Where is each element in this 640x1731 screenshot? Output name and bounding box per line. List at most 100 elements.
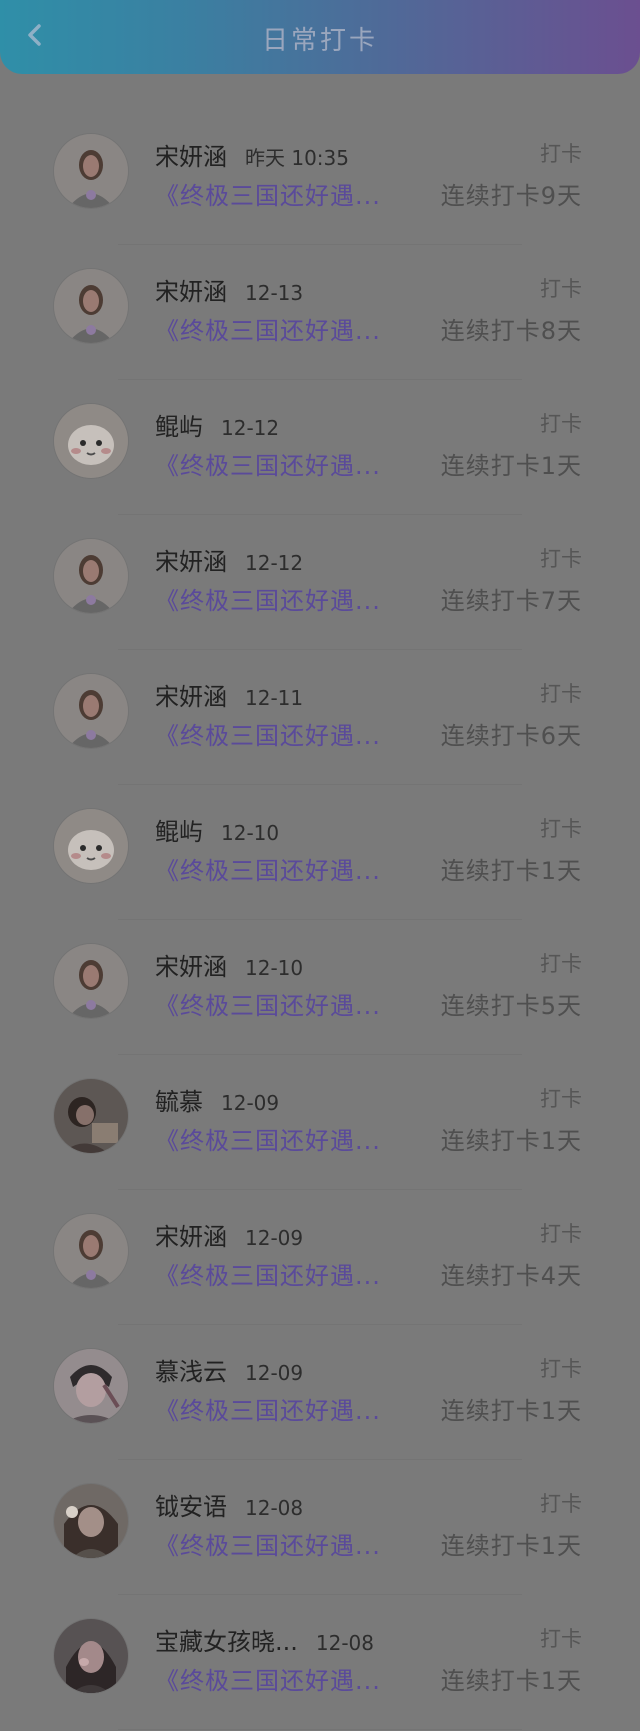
- streak-text: 连续打卡8天: [440, 317, 582, 345]
- course-title[interactable]: 《终极三国还好遇...: [155, 446, 381, 481]
- list-item[interactable]: 宋妍涵 昨天 10:35 打卡 《终极三国还好遇... 连续打卡9天: [0, 110, 640, 245]
- streak-text: 连续打卡1天: [440, 1667, 582, 1695]
- user-name[interactable]: 毓慕: [155, 1088, 203, 1116]
- avatar[interactable]: [54, 944, 128, 1018]
- course-title[interactable]: 《终极三国还好遇...: [155, 176, 381, 211]
- user-name[interactable]: 鲲屿: [155, 413, 203, 441]
- course-title[interactable]: 《终极三国还好遇...: [155, 311, 381, 346]
- divider: [118, 1729, 522, 1730]
- list-item[interactable]: 钺安语 12-08 打卡 《终极三国还好遇... 连续打卡1天: [0, 1460, 640, 1595]
- checkin-action: 打卡: [540, 547, 582, 571]
- user-name[interactable]: 鲲屿: [155, 818, 203, 846]
- avatar[interactable]: [54, 1214, 128, 1288]
- course-title[interactable]: 《终极三国还好遇...: [155, 851, 381, 886]
- name-line: 钺安语 12-08: [155, 1487, 303, 1522]
- checkin-action: 打卡: [540, 1492, 582, 1516]
- list-item[interactable]: 鲲屿 12-12 打卡 《终极三国还好遇... 连续打卡1天: [0, 380, 640, 515]
- streak-text: 连续打卡5天: [440, 992, 582, 1020]
- list-item[interactable]: 鲲屿 12-10 打卡 《终极三国还好遇... 连续打卡1天: [0, 785, 640, 920]
- name-line: 宋妍涵 昨天 10:35: [155, 137, 349, 172]
- name-line: 毓慕 12-09: [155, 1082, 279, 1117]
- course-title[interactable]: 《终极三国还好遇...: [155, 581, 381, 616]
- avatar[interactable]: [54, 539, 128, 613]
- avatar[interactable]: [54, 1079, 128, 1153]
- course-title[interactable]: 《终极三国还好遇...: [155, 716, 381, 751]
- user-name[interactable]: 宋妍涵: [155, 278, 227, 306]
- streak-text: 连续打卡1天: [440, 452, 582, 480]
- user-name[interactable]: 钺安语: [155, 1493, 227, 1521]
- checkin-time: 12-08: [245, 1496, 304, 1520]
- avatar[interactable]: [54, 1619, 128, 1693]
- list-item[interactable]: 宋妍涵 12-11 打卡 《终极三国还好遇... 连续打卡6天: [0, 650, 640, 785]
- checkin-time: 12-12: [221, 416, 280, 440]
- name-line: 鲲屿 12-12: [155, 407, 279, 442]
- checkin-time: 12-11: [245, 686, 304, 710]
- checkin-action: 打卡: [540, 952, 582, 976]
- name-line: 宝藏女孩晓... 12-08: [155, 1622, 374, 1657]
- checkin-action: 打卡: [540, 142, 582, 166]
- course-title[interactable]: 《终极三国还好遇...: [155, 1391, 381, 1426]
- checkin-time: 12-09: [221, 1091, 280, 1115]
- name-line: 宋妍涵 12-12: [155, 542, 303, 577]
- course-title[interactable]: 《终极三国还好遇...: [155, 986, 381, 1021]
- checkin-list: 宋妍涵 昨天 10:35 打卡 《终极三国还好遇... 连续打卡9天 宋妍涵 12-…: [0, 110, 640, 1730]
- course-title[interactable]: 《终极三国还好遇...: [155, 1661, 381, 1696]
- page-title: 日常打卡: [261, 26, 378, 56]
- course-title[interactable]: 《终极三国还好遇...: [155, 1121, 381, 1156]
- streak-text: 连续打卡9天: [440, 182, 582, 210]
- checkin-action: 打卡: [540, 277, 582, 301]
- streak-text: 连续打卡1天: [440, 1532, 582, 1560]
- checkin-action: 打卡: [540, 817, 582, 841]
- avatar[interactable]: [54, 674, 128, 748]
- user-name[interactable]: 宋妍涵: [155, 548, 227, 576]
- list-item[interactable]: 宝藏女孩晓... 12-08 打卡 《终极三国还好遇... 连续打卡1天: [0, 1595, 640, 1730]
- streak-text: 连续打卡1天: [440, 857, 582, 885]
- streak-text: 连续打卡1天: [440, 1127, 582, 1155]
- user-name[interactable]: 慕浅云: [155, 1358, 227, 1386]
- avatar[interactable]: [54, 134, 128, 208]
- checkin-action: 打卡: [540, 1087, 582, 1111]
- checkin-time: 12-10: [245, 956, 304, 980]
- checkin-time: 12-09: [245, 1226, 304, 1250]
- name-line: 鲲屿 12-10: [155, 812, 279, 847]
- user-name[interactable]: 宝藏女孩晓...: [155, 1628, 298, 1656]
- name-line: 慕浅云 12-09: [155, 1352, 303, 1387]
- user-name[interactable]: 宋妍涵: [155, 683, 227, 711]
- header-bar: 日常打卡: [0, 0, 640, 74]
- user-name[interactable]: 宋妍涵: [155, 143, 227, 171]
- course-title[interactable]: 《终极三国还好遇...: [155, 1256, 381, 1291]
- checkin-action: 打卡: [540, 682, 582, 706]
- list-item[interactable]: 宋妍涵 12-13 打卡 《终极三国还好遇... 连续打卡8天: [0, 245, 640, 380]
- list-item[interactable]: 慕浅云 12-09 打卡 《终极三国还好遇... 连续打卡1天: [0, 1325, 640, 1460]
- avatar[interactable]: [54, 404, 128, 478]
- avatar[interactable]: [54, 1484, 128, 1558]
- streak-text: 连续打卡6天: [440, 722, 582, 750]
- checkin-time: 12-13: [245, 281, 304, 305]
- list-item[interactable]: 宋妍涵 12-12 打卡 《终极三国还好遇... 连续打卡7天: [0, 515, 640, 650]
- checkin-action: 打卡: [540, 1357, 582, 1381]
- name-line: 宋妍涵 12-09: [155, 1217, 303, 1252]
- avatar[interactable]: [54, 1349, 128, 1423]
- list-item[interactable]: 宋妍涵 12-10 打卡 《终极三国还好遇... 连续打卡5天: [0, 920, 640, 1055]
- checkin-action: 打卡: [540, 1627, 582, 1651]
- name-line: 宋妍涵 12-11: [155, 677, 303, 712]
- checkin-time: 12-10: [221, 821, 280, 845]
- checkin-time: 12-12: [245, 551, 304, 575]
- checkin-time: 12-09: [245, 1361, 304, 1385]
- streak-text: 连续打卡1天: [440, 1397, 582, 1425]
- checkin-time: 12-08: [315, 1631, 375, 1655]
- list-item[interactable]: 毓慕 12-09 打卡 《终极三国还好遇... 连续打卡1天: [0, 1055, 640, 1190]
- streak-text: 连续打卡4天: [440, 1262, 582, 1290]
- user-name[interactable]: 宋妍涵: [155, 1223, 227, 1251]
- list-item[interactable]: 宋妍涵 12-09 打卡 《终极三国还好遇... 连续打卡4天: [0, 1190, 640, 1325]
- name-line: 宋妍涵 12-13: [155, 272, 303, 307]
- checkin-action: 打卡: [540, 1222, 582, 1246]
- avatar[interactable]: [54, 269, 128, 343]
- avatar[interactable]: [54, 809, 128, 883]
- checkin-time: 昨天 10:35: [245, 146, 349, 170]
- streak-text: 连续打卡7天: [440, 587, 582, 615]
- course-title[interactable]: 《终极三国还好遇...: [155, 1526, 381, 1561]
- checkin-action: 打卡: [540, 412, 582, 436]
- name-line: 宋妍涵 12-10: [155, 947, 303, 982]
- user-name[interactable]: 宋妍涵: [155, 953, 227, 981]
